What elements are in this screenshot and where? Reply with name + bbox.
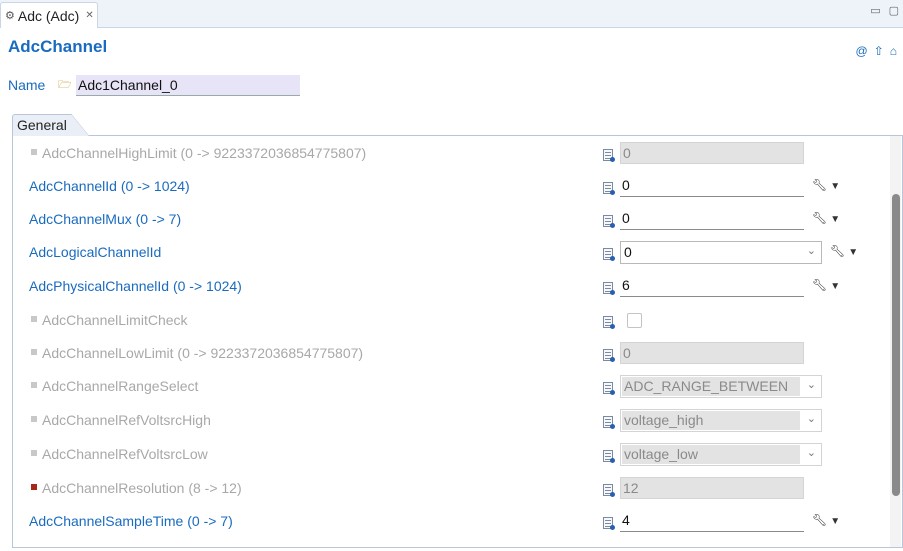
chevron-down-icon: ▼ xyxy=(830,214,841,225)
disabled-marker-icon xyxy=(31,450,37,456)
parameter-value-field[interactable]: 4 xyxy=(620,510,804,532)
parameter-label: AdcLogicalChannelId xyxy=(29,244,162,260)
chevron-down-icon: ⌄ xyxy=(806,413,816,425)
parameter-row: AdcChannelLowLimit (0 -> 922337203685477… xyxy=(0,342,890,366)
parameter-select: ADC_RANGE_BETWEEN ⌄ xyxy=(620,375,822,398)
disabled-marker-icon xyxy=(31,416,37,422)
error-marker-icon xyxy=(31,484,37,490)
parameter-checkbox xyxy=(627,313,642,328)
wrench-icon: 🔧︎ xyxy=(812,278,828,292)
at-icon[interactable]: @ xyxy=(856,44,868,58)
parameter-value-field[interactable]: 0 xyxy=(620,208,804,230)
close-icon[interactable]: ✕ xyxy=(85,10,93,21)
chevron-down-icon: ⌄ xyxy=(806,447,816,459)
editor-tab-title: Adc (Adc) xyxy=(17,7,80,24)
parameter-select-value: 0 xyxy=(624,244,632,260)
parameter-icon xyxy=(603,248,615,261)
up-arrow-icon[interactable]: ⇧ xyxy=(874,44,884,58)
disabled-marker-icon xyxy=(31,149,37,155)
wrench-icon: 🔧︎ xyxy=(812,178,828,192)
parameter-select-value: voltage_high xyxy=(622,411,800,430)
editor-tab-bar: ⚙ Adc (Adc) ✕ ▭ ▢ xyxy=(0,0,903,28)
tab-general[interactable]: General xyxy=(12,114,89,136)
parameter-row: AdcChannelLimitCheck xyxy=(0,309,890,333)
scrollbar-thumb[interactable] xyxy=(892,194,900,496)
parameter-label: AdcChannelRefVoltsrcLow xyxy=(42,446,208,462)
parameter-icon xyxy=(603,182,615,195)
wrench-icon: 🔧︎ xyxy=(812,211,828,225)
wrench-icon: 🔧︎ xyxy=(812,513,828,527)
parameter-icon xyxy=(603,450,615,463)
parameter-icon xyxy=(603,149,615,162)
parameter-select: voltage_high ⌄ xyxy=(620,409,822,432)
parameter-row: AdcChannelRefVoltsrcHigh voltage_high ⌄ xyxy=(0,409,890,433)
parameter-value-field: 0 xyxy=(620,342,804,364)
parameter-row: AdcChannelRangeSelect ADC_RANGE_BETWEEN ⌄ xyxy=(0,375,890,399)
disabled-marker-icon xyxy=(31,382,37,388)
parameter-select[interactable]: 0 ⌄ xyxy=(620,241,822,264)
parameter-icon xyxy=(603,215,615,228)
parameter-action-menu[interactable]: 🔧︎ ▼ xyxy=(812,211,840,225)
module-icon: ⚙ xyxy=(5,10,15,22)
parameter-row: AdcLogicalChannelId 0 ⌄ 🔧︎ ▼ xyxy=(0,241,890,265)
parameter-row: AdcChannelResolution (8 -> 12) 12 xyxy=(0,477,890,501)
chevron-down-icon: ▼ xyxy=(830,516,841,527)
parameter-label: AdcChannelId (0 -> 1024) xyxy=(29,178,190,194)
parameter-icon xyxy=(603,416,615,429)
editor-tab-adc[interactable]: ⚙ Adc (Adc) ✕ xyxy=(0,2,98,28)
parameter-select-value: ADC_RANGE_BETWEEN xyxy=(622,377,800,396)
name-row: Name 🗁︎ xyxy=(8,74,300,96)
parameter-row: AdcChannelMux (0 -> 7) 0 🔧︎ ▼ xyxy=(0,208,890,232)
parameter-label: AdcChannelMux (0 -> 7) xyxy=(29,211,182,227)
parameter-label: AdcChannelRefVoltsrcHigh xyxy=(42,412,211,428)
name-label: Name xyxy=(8,77,46,93)
parameter-value-field[interactable]: 0 xyxy=(620,175,804,197)
parameter-row: AdcChannelSampleTime (0 -> 7) 4 🔧︎ ▼ xyxy=(0,510,890,534)
wrench-icon: 🔧︎ xyxy=(830,244,846,258)
parameter-action-menu[interactable]: 🔧︎ ▼ xyxy=(812,513,840,527)
parameter-icon xyxy=(603,349,615,362)
name-input[interactable] xyxy=(76,74,300,96)
chevron-down-icon: ▼ xyxy=(830,181,841,192)
parameter-value-field: 12 xyxy=(620,477,804,499)
parameter-label: AdcChannelResolution (8 -> 12) xyxy=(42,480,242,496)
parameter-action-menu[interactable]: 🔧︎ ▼ xyxy=(812,178,840,192)
form-toolbar: @ ⇧ ⌂ xyxy=(856,44,898,58)
parameter-icon xyxy=(603,484,615,497)
parameter-action-menu[interactable]: 🔧︎ ▼ xyxy=(812,278,840,292)
parameter-label: AdcChannelLowLimit (0 -> 922337203685477… xyxy=(42,345,364,361)
parameter-select-value: voltage_low xyxy=(622,445,800,464)
parameter-label: AdcChannelHighLimit (0 -> 92233720368547… xyxy=(42,145,367,161)
form-title: AdcChannel xyxy=(8,37,108,56)
parameter-row: AdcChannelId (0 -> 1024) 0 🔧︎ ▼ xyxy=(0,175,890,199)
chevron-down-icon: ▼ xyxy=(848,247,859,258)
minimize-icon[interactable]: ▭ xyxy=(870,4,880,17)
parameter-icon xyxy=(603,382,615,395)
parameter-row: AdcChannelHighLimit (0 -> 92233720368547… xyxy=(0,142,890,166)
parameter-label: AdcChannelRangeSelect xyxy=(42,378,199,394)
maximize-icon[interactable]: ▢ xyxy=(889,4,899,17)
window-controls: ▭ ▢ xyxy=(870,4,899,17)
home-icon[interactable]: ⌂ xyxy=(890,44,897,58)
disabled-marker-icon xyxy=(31,349,37,355)
parameter-label: AdcChannelLimitCheck xyxy=(42,312,188,328)
folder-icon: 🗁︎ xyxy=(58,78,72,91)
parameter-icon xyxy=(603,282,615,295)
parameter-row: AdcPhysicalChannelId (0 -> 1024) 6 🔧︎ ▼ xyxy=(0,275,890,299)
parameter-value-field[interactable]: 6 xyxy=(620,275,804,297)
parameter-label: AdcPhysicalChannelId (0 -> 1024) xyxy=(29,278,242,294)
chevron-down-icon: ▼ xyxy=(830,281,841,292)
disabled-marker-icon xyxy=(31,316,37,322)
chevron-down-icon: ⌄ xyxy=(806,245,816,257)
parameter-select: voltage_low ⌄ xyxy=(620,443,822,466)
parameter-label: AdcChannelSampleTime (0 -> 7) xyxy=(29,513,233,529)
chevron-down-icon: ⌄ xyxy=(806,379,816,391)
parameter-value-field: 0 xyxy=(620,142,804,164)
parameter-icon xyxy=(603,316,615,329)
parameter-icon xyxy=(603,517,615,530)
parameter-row: AdcChannelRefVoltsrcLow voltage_low ⌄ xyxy=(0,443,890,467)
parameter-action-menu[interactable]: 🔧︎ ▼ xyxy=(830,244,858,258)
